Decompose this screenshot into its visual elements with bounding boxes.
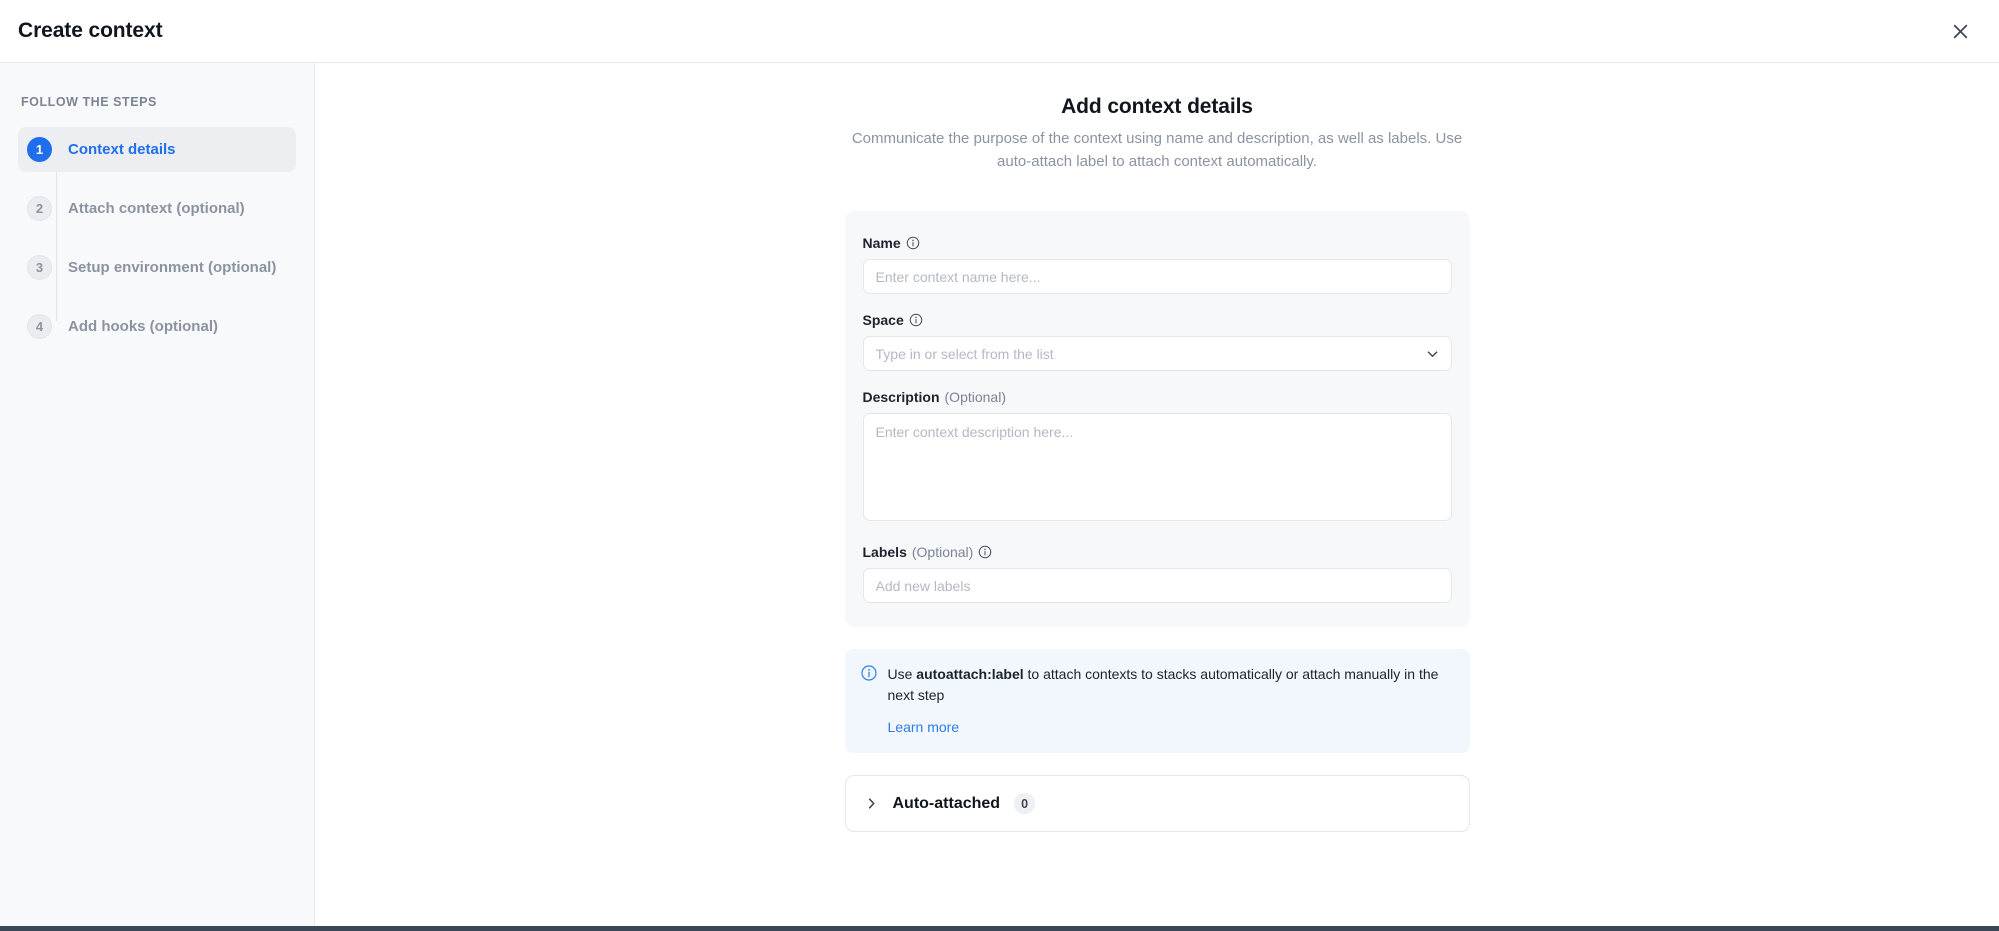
banner-body: Use autoattach:label to attach contexts … — [888, 664, 1452, 737]
banner-text-bold: autoattach:label — [916, 666, 1024, 682]
description-label: Description — [862, 389, 940, 405]
modal-header: Create context — [0, 0, 1999, 63]
info-circle-icon — [860, 665, 877, 681]
space-select-input[interactable] — [862, 336, 1452, 371]
space-select-wrapper — [862, 336, 1452, 371]
sidebar-item-add-hooks[interactable]: 4 Add hooks (optional) — [18, 304, 296, 349]
name-field-group: Name — [862, 235, 1452, 294]
name-input[interactable] — [862, 259, 1452, 294]
modal-body: FOLLOW THE STEPS 1 Context details 2 Att… — [0, 63, 1999, 926]
step-label-3: Setup environment (optional) — [68, 258, 277, 276]
content-column: Add context details Communicate the purp… — [844, 95, 1470, 833]
auto-attached-count-badge: 0 — [1014, 793, 1036, 815]
step-number-1: 1 — [27, 137, 52, 162]
steps-sidebar: FOLLOW THE STEPS 1 Context details 2 Att… — [0, 63, 315, 926]
labels-label: Labels — [862, 544, 907, 560]
chevron-right-icon — [864, 796, 879, 811]
bottom-strip — [0, 926, 1999, 931]
banner-text: Use autoattach:label to attach contexts … — [888, 664, 1452, 705]
info-icon[interactable] — [978, 545, 992, 559]
step-number-2: 2 — [27, 196, 52, 221]
info-icon-glyph — [906, 236, 919, 250]
info-icon[interactable] — [909, 313, 923, 327]
step-label-2: Attach context (optional) — [68, 199, 245, 217]
info-icon[interactable] — [906, 236, 920, 250]
labels-optional-tag: (Optional) — [911, 544, 974, 560]
description-textarea[interactable] — [862, 413, 1452, 521]
sidebar-item-setup-environment[interactable]: 3 Setup environment (optional) — [18, 245, 296, 290]
steps-list: 1 Context details 2 Attach context (opti… — [18, 127, 296, 349]
space-field-group: Space — [862, 312, 1452, 371]
step-label-4: Add hooks (optional) — [68, 317, 218, 335]
close-button[interactable] — [1943, 14, 1977, 48]
sidebar-item-attach-context[interactable]: 2 Attach context (optional) — [18, 186, 296, 231]
learn-more-link[interactable]: Learn more — [888, 719, 960, 735]
labels-label-row: Labels (Optional) — [863, 544, 1452, 560]
step-number-3: 3 — [27, 255, 52, 280]
info-icon-glyph — [979, 545, 992, 559]
context-details-form: Name Enter context name here... Space Ty… — [844, 211, 1470, 627]
space-label: Space — [862, 312, 904, 328]
name-label: Name — [862, 235, 901, 251]
sidebar-item-context-details[interactable]: 1 Context details — [18, 127, 296, 172]
name-label-row: Name — [863, 235, 1452, 251]
step-number-4: 4 — [27, 314, 52, 339]
description-field-group: Description (Optional) — [862, 389, 1452, 526]
description-label-row: Description (Optional) — [863, 389, 1452, 405]
banner-text-before: Use — [887, 666, 917, 682]
space-label-row: Space — [863, 312, 1452, 328]
main-content: Add context details Communicate the purp… — [315, 63, 1999, 926]
page-title: Add context details — [1061, 95, 1253, 118]
modal-title: Create context — [18, 19, 163, 42]
description-optional-tag: (Optional) — [944, 389, 1006, 405]
page-subtitle: Communicate the purpose of the context u… — [851, 130, 1463, 170]
sidebar-heading: FOLLOW THE STEPS — [21, 95, 157, 109]
step-label-1: Context details — [68, 140, 176, 158]
labels-input[interactable] — [862, 568, 1452, 603]
close-icon — [1953, 24, 1967, 38]
auto-attached-title: Auto-attached — [892, 794, 1001, 812]
auto-attached-accordion[interactable]: Auto-attached 0 — [844, 775, 1470, 833]
labels-field-group: Labels (Optional) — [862, 544, 1452, 603]
create-context-modal: Create context FOLLOW THE STEPS 1 Contex… — [0, 0, 1999, 931]
info-icon-glyph — [909, 313, 923, 327]
autoattach-info-banner: Use autoattach:label to attach contexts … — [844, 649, 1470, 754]
